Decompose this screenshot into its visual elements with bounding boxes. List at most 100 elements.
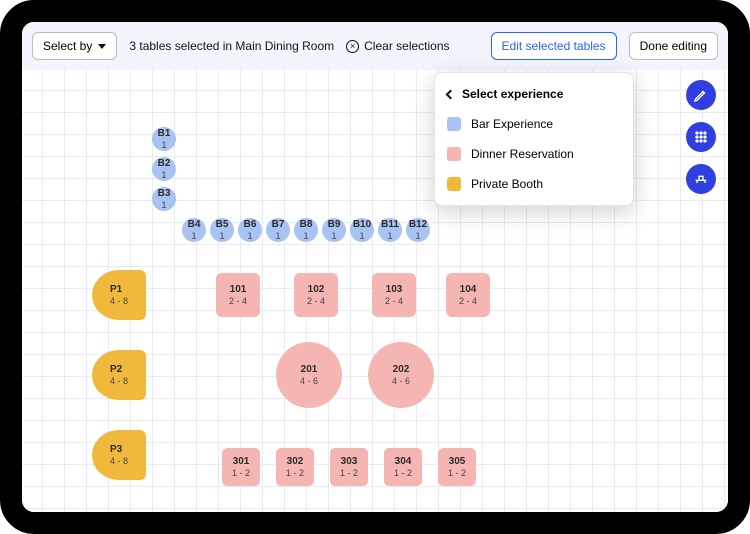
table-capacity: 1 - 2 <box>448 468 466 478</box>
dinner-table[interactable]: 1012 - 4 <box>216 273 260 317</box>
bar-table[interactable]: B71 <box>266 218 290 242</box>
booth-table[interactable]: P24 - 8 <box>92 350 146 400</box>
done-editing-label: Done editing <box>640 39 707 53</box>
experience-menu: Select experience Bar Experience Dinner R… <box>434 72 634 206</box>
experience-menu-item[interactable]: Private Booth <box>435 169 633 199</box>
booth-table[interactable]: P14 - 8 <box>92 270 146 320</box>
bar-table[interactable]: B101 <box>350 218 374 242</box>
booth-table[interactable]: P34 - 8 <box>92 430 146 480</box>
select-by-button[interactable]: Select by <box>32 32 117 60</box>
color-swatch <box>447 117 461 131</box>
dinner-table[interactable]: 3051 - 2 <box>438 448 476 486</box>
table-capacity: 1 - 2 <box>340 468 358 478</box>
table-label: 305 <box>449 456 466 467</box>
table-label: 202 <box>393 364 410 375</box>
app-screen: Select by 3 tables selected in Main Dini… <box>22 22 728 512</box>
table-capacity: 1 <box>219 231 224 241</box>
table-label: 303 <box>341 456 358 467</box>
table-capacity: 2 - 4 <box>385 296 403 306</box>
table-capacity: 1 <box>275 231 280 241</box>
grid-icon <box>693 129 709 145</box>
experience-menu-item-label: Dinner Reservation <box>471 147 574 161</box>
experience-menu-head[interactable]: Select experience <box>435 79 633 109</box>
table-capacity: 4 - 8 <box>110 456 128 466</box>
table-label: B4 <box>188 219 201 230</box>
bar-table[interactable]: B121 <box>406 218 430 242</box>
tablet-frame: Select by 3 tables selected in Main Dini… <box>0 0 750 534</box>
table-label: 102 <box>308 284 325 295</box>
color-swatch <box>447 177 461 191</box>
table-capacity: 1 <box>415 231 420 241</box>
table-label: P3 <box>110 444 128 455</box>
table-capacity: 1 - 2 <box>394 468 412 478</box>
chevron-left-icon <box>446 89 456 99</box>
table-capacity: 1 <box>247 231 252 241</box>
fab-grid[interactable] <box>686 122 716 152</box>
bar-table[interactable]: B21 <box>152 157 176 181</box>
dinner-table[interactable]: 1042 - 4 <box>446 273 490 317</box>
edit-selected-tables-label: Edit selected tables <box>502 39 606 53</box>
dinner-table[interactable]: 3011 - 2 <box>222 448 260 486</box>
table-label: B11 <box>381 219 399 230</box>
bar-table[interactable]: B51 <box>210 218 234 242</box>
table-capacity: 1 <box>359 231 364 241</box>
experience-menu-item-label: Private Booth <box>471 177 543 191</box>
table-label: 301 <box>233 456 250 467</box>
clear-selections-label: Clear selections <box>364 39 449 53</box>
fab-chairs[interactable] <box>686 164 716 194</box>
table-capacity: 1 <box>303 231 308 241</box>
table-capacity: 1 <box>191 231 196 241</box>
table-capacity: 2 - 4 <box>229 296 247 306</box>
bar-table[interactable]: B111 <box>378 218 402 242</box>
bar-table[interactable]: B91 <box>322 218 346 242</box>
x-circle-icon: × <box>346 40 359 53</box>
clear-selections-button[interactable]: × Clear selections <box>346 39 449 53</box>
table-label: B1 <box>158 128 171 139</box>
dinner-table[interactable]: 3041 - 2 <box>384 448 422 486</box>
bar-table[interactable]: B81 <box>294 218 318 242</box>
experience-menu-item[interactable]: Dinner Reservation <box>435 139 633 169</box>
table-capacity: 1 <box>161 200 166 210</box>
table-label: P2 <box>110 364 128 375</box>
table-capacity: 4 - 6 <box>300 376 318 386</box>
fab-column <box>686 80 716 194</box>
table-label: 302 <box>287 456 304 467</box>
table-label: 101 <box>230 284 247 295</box>
dinner-table[interactable]: 1032 - 4 <box>372 273 416 317</box>
experience-menu-item[interactable]: Bar Experience <box>435 109 633 139</box>
chevron-down-icon <box>98 44 106 49</box>
table-label: P1 <box>110 284 128 295</box>
table-capacity: 1 <box>387 231 392 241</box>
dinner-table[interactable]: 3021 - 2 <box>276 448 314 486</box>
table-label: 104 <box>460 284 477 295</box>
bar-table[interactable]: B61 <box>238 218 262 242</box>
table-label: 304 <box>395 456 412 467</box>
pencil-icon <box>693 87 709 103</box>
color-swatch <box>447 147 461 161</box>
table-label: B12 <box>409 219 427 230</box>
dinner-table[interactable]: 2024 - 6 <box>368 342 434 408</box>
table-capacity: 1 - 2 <box>286 468 304 478</box>
table-label: B8 <box>300 219 313 230</box>
bar-table[interactable]: B41 <box>182 218 206 242</box>
bar-table[interactable]: B31 <box>152 187 176 211</box>
bar-table[interactable]: B11 <box>152 127 176 151</box>
table-label: B3 <box>158 188 171 199</box>
table-label: 103 <box>386 284 403 295</box>
dinner-table[interactable]: 3031 - 2 <box>330 448 368 486</box>
fab-draw[interactable] <box>686 80 716 110</box>
selection-status: 3 tables selected in Main Dining Room <box>129 39 334 53</box>
dinner-table[interactable]: 2014 - 6 <box>276 342 342 408</box>
table-capacity: 4 - 8 <box>110 376 128 386</box>
done-editing-button[interactable]: Done editing <box>629 32 718 60</box>
table-label: B7 <box>272 219 285 230</box>
table-label: B9 <box>328 219 341 230</box>
table-label: B10 <box>353 219 371 230</box>
edit-selected-tables-button[interactable]: Edit selected tables <box>491 32 617 60</box>
table-capacity: 1 - 2 <box>232 468 250 478</box>
dinner-table[interactable]: 1022 - 4 <box>294 273 338 317</box>
table-capacity: 1 <box>161 170 166 180</box>
experience-menu-title: Select experience <box>462 87 563 101</box>
table-label: B5 <box>216 219 229 230</box>
table-capacity: 2 - 4 <box>459 296 477 306</box>
